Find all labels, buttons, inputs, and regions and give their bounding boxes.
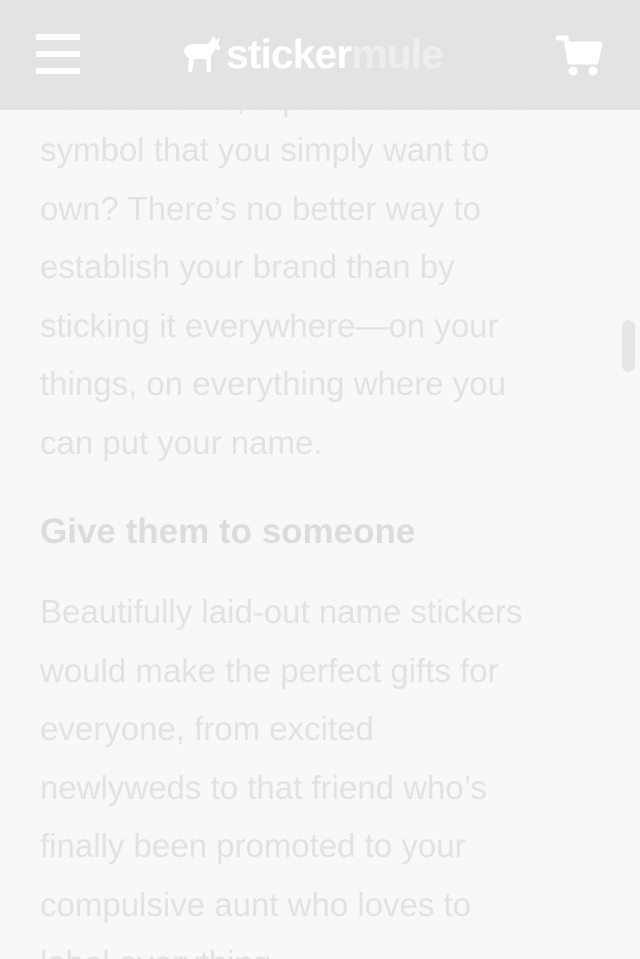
site-logo[interactable]: sticker mule <box>180 30 444 78</box>
paragraph-own-your-name: symbol that you simply want to own? Ther… <box>40 110 600 472</box>
top-nav-bar: sticker mule <box>0 0 640 110</box>
paragraph-line: things, on everything where you <box>40 365 506 402</box>
paragraph-line: own? There’s no better way to <box>40 189 481 227</box>
menu-bar <box>36 34 80 40</box>
paragraph-line: would make the perfect gifts for <box>40 651 499 689</box>
logo-text-sticker: sticker <box>226 30 352 77</box>
hamburger-menu-icon[interactable] <box>36 34 82 74</box>
paragraph-line: finally been promoted to your <box>40 827 466 864</box>
menu-bar <box>36 68 80 74</box>
paragraph-give-them: Beautifully laid-out name stickers would… <box>40 583 600 959</box>
article-body: Have a name, a personal brand or symbol … <box>40 80 600 959</box>
mule-logo-icon <box>184 36 221 72</box>
paragraph-line: symbol that you simply want to <box>40 131 490 168</box>
cart-icon-graphic <box>555 35 603 76</box>
paragraph-line: Beautifully laid-out name stickers <box>40 593 523 630</box>
paragraph-line: compulsive aunt who loves to <box>40 885 472 923</box>
shopping-cart-icon[interactable] <box>555 34 604 78</box>
logo-text-mule: mule <box>351 30 444 77</box>
paragraph-line: can put your name. <box>40 423 323 461</box>
paragraph-line: everyone, from excited <box>40 710 374 747</box>
section-heading: Give them to someone <box>40 512 416 551</box>
menu-bar <box>36 51 80 57</box>
paragraph-line: newlyweds to that friend who’s <box>40 768 487 806</box>
scrollbar-thumb[interactable] <box>622 320 635 372</box>
paragraph-line: establish your brand than by <box>40 248 455 285</box>
paragraph-line: sticking it everywhere—on your <box>40 306 499 344</box>
paragraph-line: label everything. <box>40 934 600 959</box>
page: Have a name, a personal brand or symbol … <box>0 0 640 959</box>
